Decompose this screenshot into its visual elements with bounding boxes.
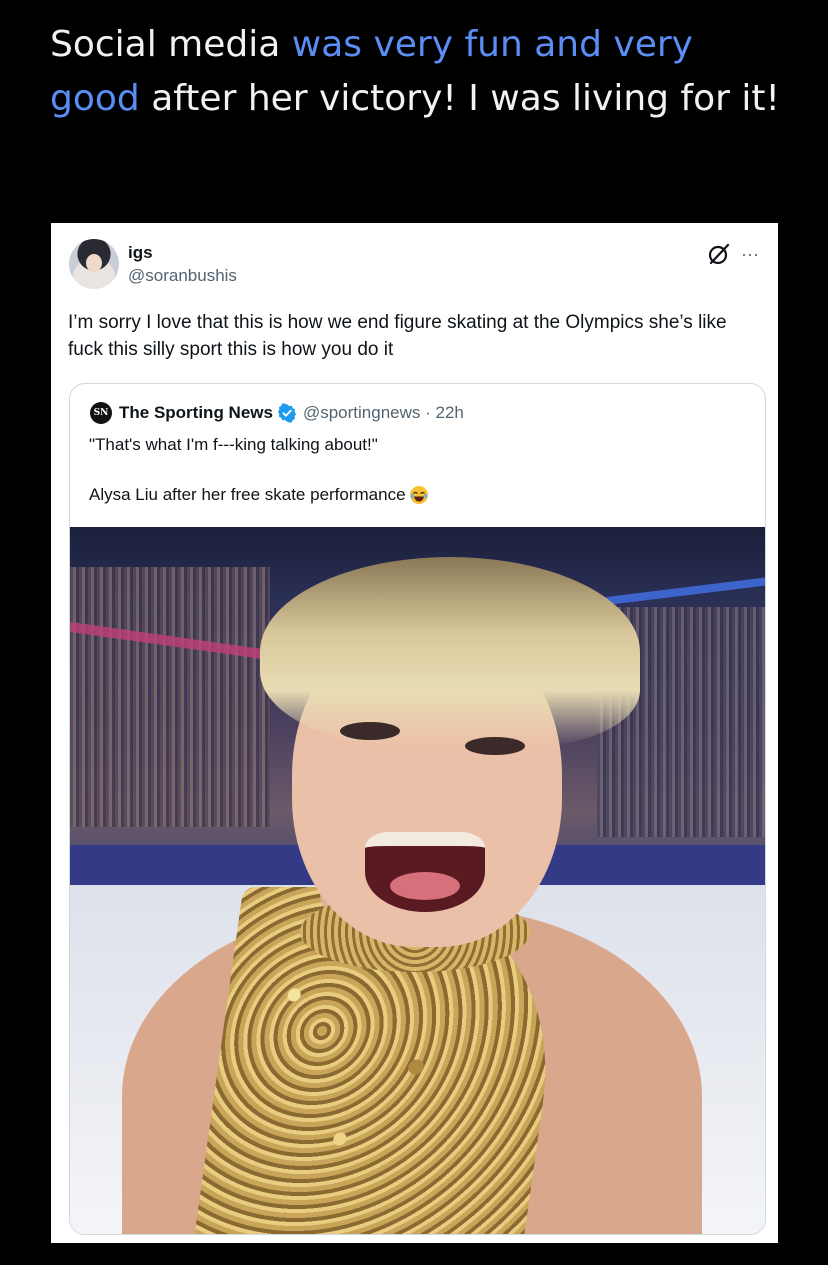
skater-tongue bbox=[390, 872, 460, 900]
grok-icon[interactable] bbox=[706, 241, 732, 267]
caption-text-end: after her victory! I was living for it! bbox=[139, 78, 780, 119]
quoted-text-line-1: "That's what I'm f---king talking about!… bbox=[89, 435, 378, 454]
quoted-author-name[interactable]: The Sporting News bbox=[119, 403, 273, 423]
author-display-name[interactable]: igs bbox=[128, 243, 153, 263]
post-caption: Social media was very fun and very good … bbox=[50, 18, 790, 126]
crowd-left bbox=[70, 567, 270, 827]
author-handle[interactable]: @soranbushis bbox=[128, 266, 237, 286]
quoted-tweet-header: SN The Sporting News @sportingnews · 22h bbox=[90, 402, 464, 424]
skater-eye-left bbox=[340, 722, 400, 740]
tweet-screenshot-card: igs @soranbushis ··· I’m sorry I love th… bbox=[51, 223, 778, 1243]
sporting-news-logo[interactable]: SN bbox=[90, 402, 112, 424]
skater-eye-right bbox=[465, 737, 525, 755]
avatar[interactable] bbox=[69, 239, 119, 289]
skater-hair bbox=[260, 557, 640, 747]
quoted-text-line-2-text: Alysa Liu after her free skate performan… bbox=[89, 485, 406, 504]
quoted-handle-and-time[interactable]: @sportingnews · 22h bbox=[303, 403, 464, 423]
joy-emoji-icon bbox=[409, 486, 428, 504]
caption-text-start: Social media bbox=[50, 24, 292, 65]
verified-badge-icon bbox=[277, 403, 297, 423]
quoted-text-line-2: Alysa Liu after her free skate performan… bbox=[89, 485, 429, 505]
quoted-tweet-photo[interactable] bbox=[70, 527, 765, 1234]
tweet-text: I’m sorry I love that this is how we end… bbox=[68, 312, 727, 360]
more-options-icon[interactable]: ··· bbox=[741, 241, 759, 267]
quoted-tweet[interactable]: SN The Sporting News @sportingnews · 22h… bbox=[69, 383, 766, 1235]
